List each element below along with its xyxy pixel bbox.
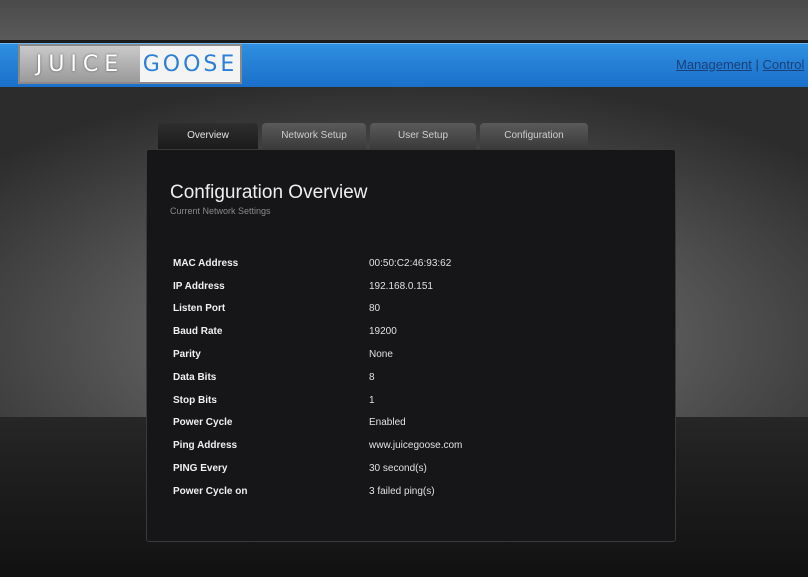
settings-row: Power Cycle Enabled <box>173 412 462 435</box>
top-background <box>0 0 808 40</box>
setting-value: Enabled <box>369 417 406 429</box>
settings-row: Data Bits 8 <box>173 366 462 389</box>
tab-configuration[interactable]: Configuration <box>480 123 588 149</box>
top-nav: Management | Control <box>676 57 804 72</box>
setting-value: 192.168.0.151 <box>369 280 433 292</box>
setting-value: None <box>369 349 393 361</box>
settings-row: Power Cycle on 3 failed ping(s) <box>173 480 462 503</box>
setting-label: Parity <box>173 349 201 361</box>
setting-label: MAC Address <box>173 257 239 269</box>
setting-label: Baud Rate <box>173 326 223 338</box>
settings-row: PING Every 30 second(s) <box>173 457 462 480</box>
page-title: Configuration Overview <box>170 182 368 203</box>
setting-value: 8 <box>369 371 375 383</box>
setting-value: 3 failed ping(s) <box>369 485 435 497</box>
settings-row: IP Address 192.168.0.151 <box>173 275 462 298</box>
logo-juice-text: JUICE <box>20 46 140 82</box>
setting-label: Stop Bits <box>173 394 217 406</box>
setting-label: IP Address <box>173 280 225 292</box>
setting-value: www.juicegoose.com <box>369 440 463 452</box>
setting-label: Listen Port <box>173 303 226 315</box>
page-subtitle: Current Network Settings <box>170 206 271 216</box>
tab-network-setup[interactable]: Network Setup <box>262 123 366 149</box>
settings-list: MAC Address 00:50:C2:46:93:62 IP Address 1… <box>173 252 462 503</box>
setting-label: PING Every <box>173 463 228 475</box>
setting-value: 80 <box>369 303 381 315</box>
settings-row: Parity None <box>173 343 462 366</box>
setting-value: 19200 <box>369 326 397 338</box>
settings-row: Listen Port 80 <box>173 298 462 321</box>
settings-row: Baud Rate 19200 <box>173 320 462 343</box>
setting-label: Power Cycle on <box>173 485 248 497</box>
tab-user-setup[interactable]: User Setup <box>370 123 476 149</box>
logo-goose-text: GOOSE <box>142 51 238 77</box>
brand-logo[interactable]: JUICE GOOSE <box>18 44 242 84</box>
tab-overview[interactable]: Overview <box>158 123 258 149</box>
settings-row: MAC Address 00:50:C2:46:93:62 <box>173 252 462 275</box>
setting-label: Ping Address <box>173 440 238 452</box>
settings-row: Ping Address www.juicegoose.com <box>173 434 462 457</box>
control-link[interactable]: Control <box>763 57 805 72</box>
setting-value: 1 <box>369 394 375 406</box>
setting-value: 30 second(s) <box>369 463 427 475</box>
setting-label: Power Cycle <box>173 417 233 429</box>
management-link[interactable]: Management <box>676 57 752 72</box>
nav-separator: | <box>751 57 763 72</box>
setting-label: Data Bits <box>173 371 217 383</box>
settings-row: Stop Bits 1 <box>173 389 462 412</box>
tab-bar: Overview Network Setup User Setup Config… <box>158 123 588 149</box>
setting-value: 00:50:C2:46:93:62 <box>369 257 452 269</box>
